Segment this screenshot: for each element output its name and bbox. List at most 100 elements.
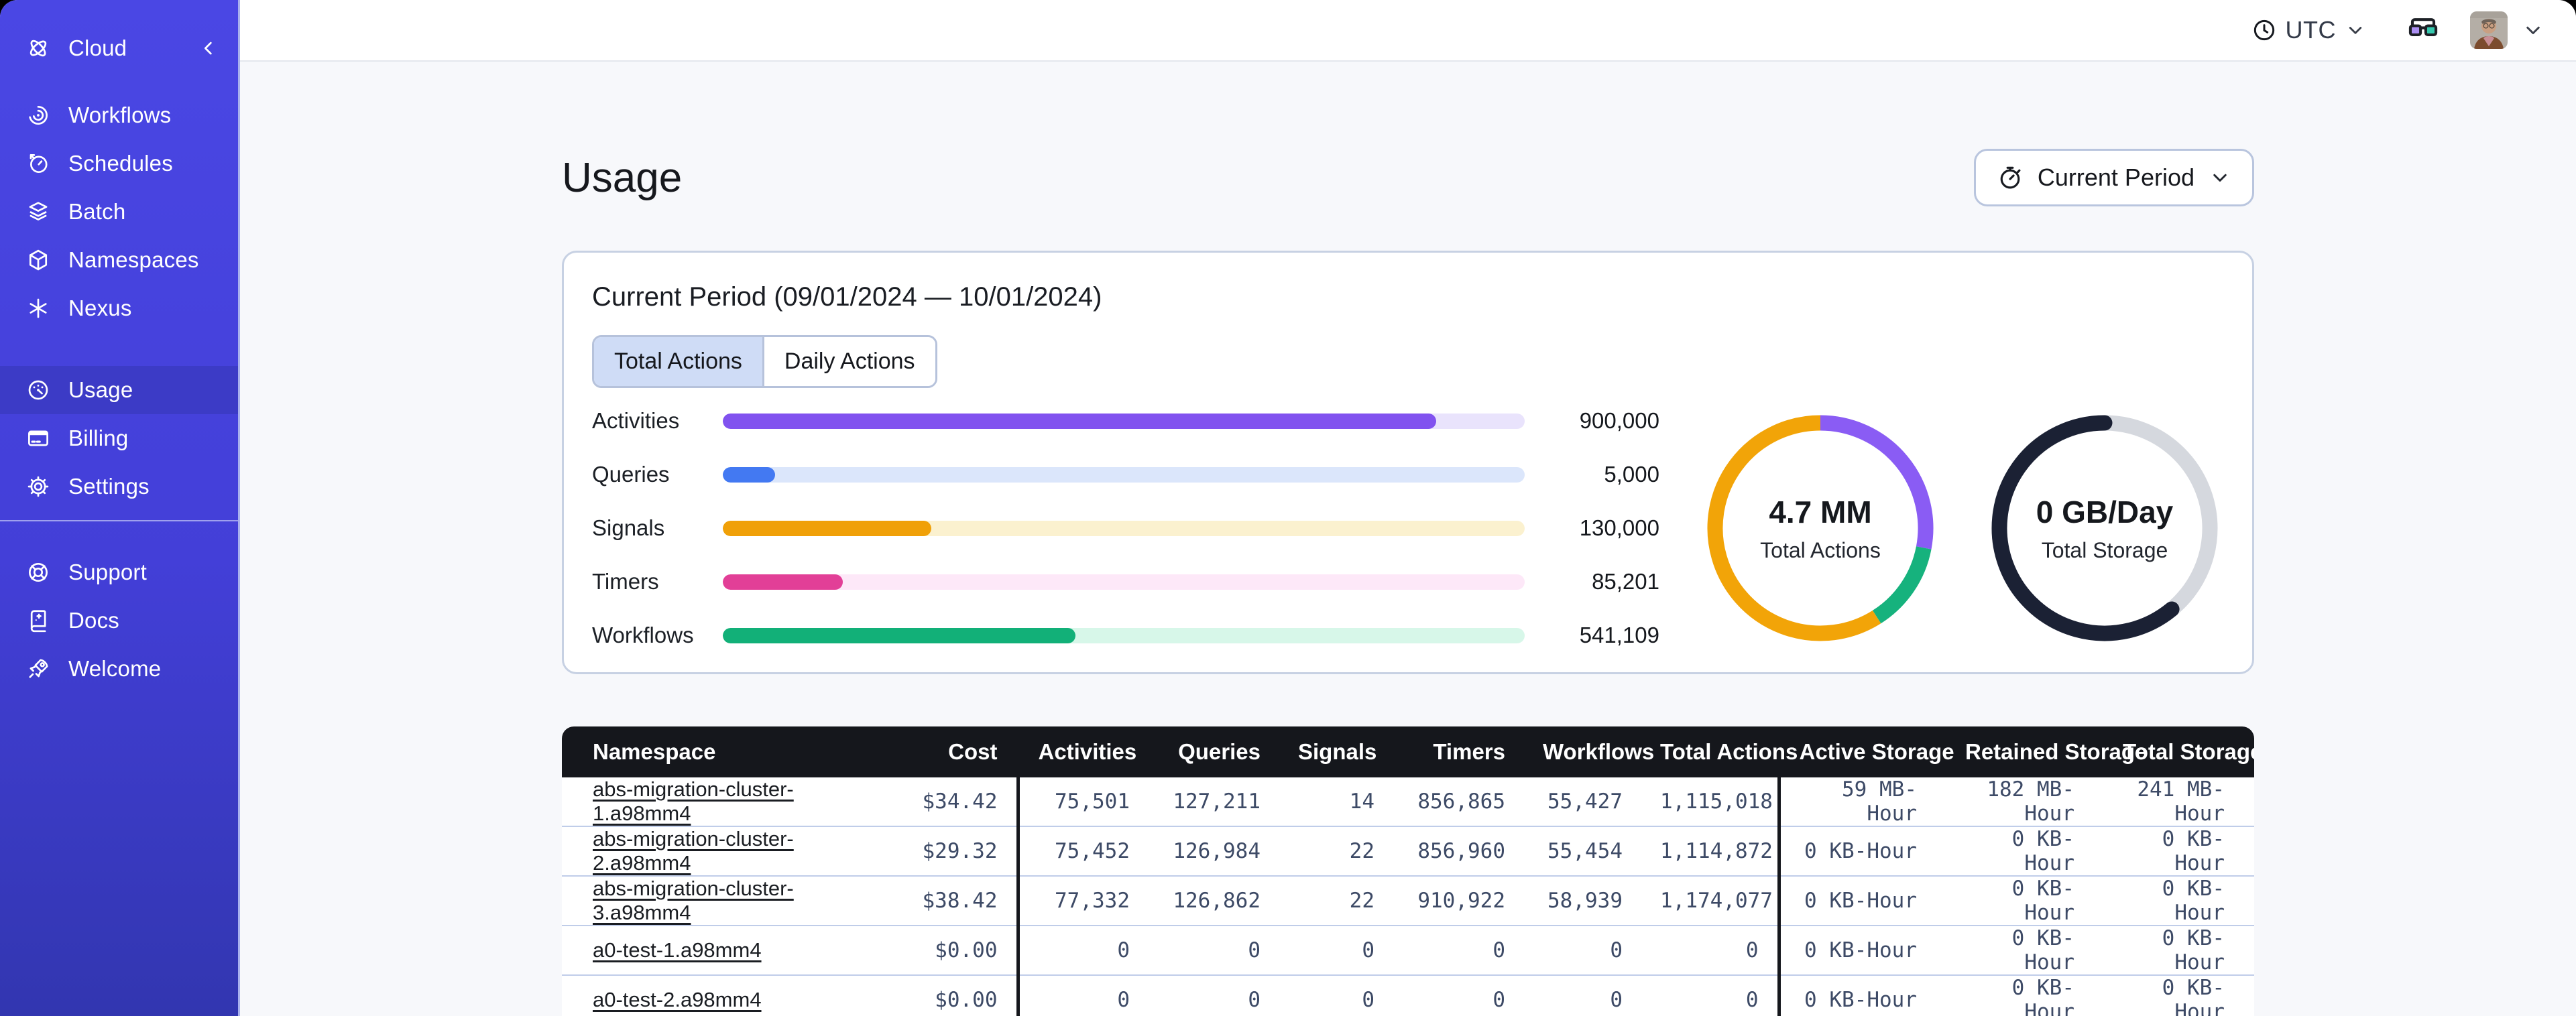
- bar-fill: [723, 466, 775, 483]
- cell-queries: 127,211: [1149, 777, 1279, 826]
- usage-bar-signals: Signals 130,000: [592, 515, 1659, 541]
- cell-queries: 126,984: [1149, 826, 1279, 876]
- bar-value: 85,201: [1592, 569, 1659, 594]
- workflows-icon: [25, 103, 51, 128]
- cell-activities: 75,501: [1016, 777, 1149, 826]
- sidebar-item-label: Support: [68, 560, 147, 584]
- sidebar-item-label: Schedules: [68, 151, 173, 176]
- sidebar-group-account: Usage Billing Settings: [0, 366, 238, 511]
- cell-retained-storage: 0 KB-Hour: [1946, 926, 2104, 975]
- donut-value: 0 GB/Day: [2036, 494, 2174, 529]
- cell-retained-storage: 0 KB-Hour: [1946, 975, 2104, 1016]
- cell-workflows: 0: [1524, 975, 1641, 1016]
- cell-total-storage: 0 KB-Hour: [2104, 975, 2254, 1016]
- topbar: UTC: [240, 0, 2576, 62]
- sidebar-item-settings[interactable]: Settings: [0, 462, 238, 511]
- app-window: Cloud Workflows Schedules Batch Namespaces N…: [0, 0, 2576, 1016]
- cell-queries: 0: [1149, 926, 1279, 975]
- nexus-icon: [25, 296, 51, 321]
- cell-cost: $34.42: [867, 777, 1018, 826]
- sidebar-item-label: Nexus: [68, 296, 132, 320]
- welcome-icon: [25, 656, 51, 682]
- usage-bars: Activities 900,000 Queries 5,000 Signals 130,…: [592, 408, 1666, 648]
- cell-cost: $38.42: [867, 876, 1018, 926]
- total-storage-donut: 0 GB/Day Total Storage: [1991, 414, 2219, 642]
- column-header-namespace: Namespace: [562, 726, 867, 777]
- table-header-row: Namespace Cost Activities Queries Signals Tim…: [562, 726, 2254, 777]
- clock-icon: [2251, 17, 2278, 44]
- cell-activities: 0: [1016, 975, 1149, 1016]
- cell-timers: 856,960: [1393, 826, 1524, 876]
- column-header-signals: Signals: [1279, 726, 1393, 777]
- sidebar-item-batch[interactable]: Batch: [0, 188, 238, 236]
- sidebar-item-label: Billing: [68, 426, 129, 450]
- account-menu-chevron-icon[interactable]: [2521, 18, 2545, 42]
- usage-donuts: 4.7 MM Total Actions 0 GB/Day Total Storage: [1706, 414, 2224, 642]
- namespace-cell: a0-test-1.a98mm4: [562, 926, 867, 975]
- table-body: abs-migration-cluster-1.a98mm4 $34.42 75,5…: [562, 777, 2254, 1016]
- usage-icon: [25, 377, 51, 403]
- cell-active-storage: 0 KB-Hour: [1777, 826, 1946, 876]
- sidebar-item-namespaces[interactable]: Namespaces: [0, 236, 238, 284]
- bar-fill: [723, 627, 1076, 643]
- sidebar-item-label: Settings: [68, 474, 150, 499]
- sidebar-item-welcome[interactable]: Welcome: [0, 645, 238, 693]
- table-row: abs-migration-cluster-3.a98mm4 $38.42 77,3…: [562, 876, 2254, 926]
- column-header-queries: Queries: [1149, 726, 1279, 777]
- cell-cost: $0.00: [867, 975, 1018, 1016]
- timezone-selector[interactable]: UTC: [2251, 16, 2367, 44]
- cell-active-storage: 0 KB-Hour: [1777, 876, 1946, 926]
- sidebar-item-label: Workflows: [68, 103, 172, 127]
- sidebar-item-label: Welcome: [68, 656, 162, 681]
- donut-label: Total Actions: [1760, 537, 1881, 562]
- cell-queries: 126,862: [1149, 876, 1279, 926]
- bar-label: Workflows: [592, 623, 694, 647]
- cell-activities: 75,452: [1016, 826, 1149, 876]
- tab-total-actions[interactable]: Total Actions: [594, 337, 764, 386]
- sidebar-collapse-button[interactable]: [198, 38, 219, 59]
- sidebar-item-usage[interactable]: Usage: [0, 366, 238, 414]
- namespace-link[interactable]: abs-migration-cluster-3.a98mm4: [593, 877, 794, 924]
- donut-value: 4.7 MM: [1769, 494, 1872, 529]
- brand-label: Cloud: [68, 36, 127, 60]
- namespace-link[interactable]: abs-migration-cluster-1.a98mm4: [593, 777, 794, 825]
- usage-card-title: Current Period (09/01/2024 — 10/01/2024): [592, 282, 1102, 312]
- namespaces-icon: [25, 247, 51, 273]
- tab-daily-actions[interactable]: Daily Actions: [764, 337, 935, 386]
- cell-cost: $29.32: [867, 826, 1018, 876]
- bar-track: [723, 627, 1525, 643]
- column-header-cost: Cost: [867, 726, 1018, 777]
- user-avatar[interactable]: [2470, 11, 2508, 49]
- cell-total-actions: 1,115,018: [1641, 777, 1779, 826]
- bar-value: 5,000: [1604, 462, 1659, 487]
- sidebar-item-workflows[interactable]: Workflows: [0, 91, 238, 139]
- chevron-down-icon: [2208, 166, 2232, 190]
- column-header-total-actions: Total Actions: [1641, 726, 1798, 777]
- cell-activities: 77,332: [1016, 876, 1149, 926]
- cell-timers: 0: [1393, 926, 1524, 975]
- sidebar-item-schedules[interactable]: Schedules: [0, 139, 238, 188]
- sidebar-item-docs[interactable]: Docs: [0, 596, 238, 645]
- bar-fill: [723, 520, 931, 536]
- cell-workflows: 58,939: [1524, 876, 1641, 926]
- bar-track: [723, 520, 1525, 536]
- settings-icon: [25, 474, 51, 499]
- cell-activities: 0: [1016, 926, 1149, 975]
- sidebar-item-billing[interactable]: Billing: [0, 414, 238, 462]
- cell-signals: 0: [1279, 926, 1393, 975]
- namespace-link[interactable]: a0-test-1.a98mm4: [593, 938, 762, 962]
- namespace-link[interactable]: abs-migration-cluster-2.a98mm4: [593, 827, 794, 875]
- cell-signals: 22: [1279, 876, 1393, 926]
- feedback-glasses-button[interactable]: [2406, 13, 2441, 48]
- sidebar-item-support[interactable]: Support: [0, 548, 238, 596]
- table-row: a0-test-2.a98mm4 $0.00 0 0 0 0 0 0 0 KB-Hour 0 KB…: [562, 975, 2254, 1016]
- cell-retained-storage: 0 KB-Hour: [1946, 826, 2104, 876]
- namespace-link[interactable]: a0-test-2.a98mm4: [593, 988, 762, 1011]
- sidebar: Cloud Workflows Schedules Batch Namespaces N…: [0, 0, 240, 1016]
- period-selector-button[interactable]: Current Period: [1973, 149, 2254, 206]
- cell-total-actions: 1,114,872: [1641, 826, 1779, 876]
- sidebar-item-nexus[interactable]: Nexus: [0, 284, 238, 332]
- cell-timers: 856,865: [1393, 777, 1524, 826]
- support-icon: [25, 560, 51, 585]
- column-header-active-storage: Active Storage: [1777, 726, 1954, 777]
